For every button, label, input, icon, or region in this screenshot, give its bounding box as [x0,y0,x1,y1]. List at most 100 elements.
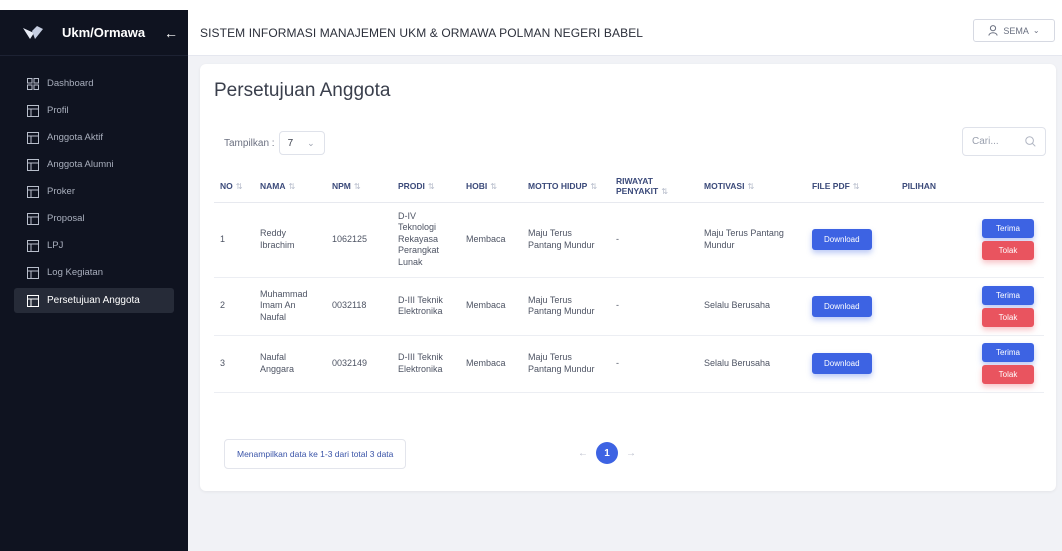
sidebar-menu: Dashboard Profil Anggota Aktif Anggota A… [0,56,188,313]
top-header: SISTEM INFORMASI MANAJEMEN UKM & ORMAWA … [188,10,1062,56]
user-menu-button[interactable]: SEMA ⌄ [973,19,1055,42]
reject-button[interactable]: Tolak [982,307,1034,327]
cell-hobi: Membaca [460,277,522,336]
table-icon [27,158,39,171]
brand-title: Ukm/Ormawa [62,25,146,40]
download-button[interactable]: Download [812,295,872,317]
table-icon [27,266,39,279]
cell-no: 3 [214,335,254,393]
entries-control: Tampilkan : 7 ⌄ [224,131,325,155]
sidebar-item-label: Persetujuan Anggota [47,295,140,306]
cell-pilihan: Terima Tolak [896,202,1044,278]
sidebar-item-label: Anggota Alumni [47,159,114,170]
sidebar-item-anggota-alumni[interactable]: Anggota Alumni [0,151,188,178]
cell-npm: 0032149 [326,335,392,393]
cell-file: Download [806,202,896,278]
table-icon [27,185,39,198]
cell-npm: 0032118 [326,277,392,336]
col-no[interactable]: NO ⇅ [214,170,254,203]
sidebar-item-lpj[interactable]: LPJ [0,232,188,259]
top-strip [0,0,1062,10]
cell-nama: Reddy Ibrachim [254,202,326,278]
col-hobi[interactable]: HOBI ⇅ [460,170,522,203]
entries-select[interactable]: 7 ⌄ [278,131,325,155]
sidebar-item-persetujuan-anggota[interactable]: Persetujuan Anggota [14,288,174,313]
search-placeholder: Cari... [972,136,999,147]
cell-riwayat: - [610,335,698,393]
entries-value: 7 [287,137,294,149]
cell-riwayat: - [610,202,698,278]
show-label: Tampilkan : [224,137,275,149]
sidebar-item-label: Anggota Aktif [47,132,103,143]
col-npm[interactable]: NPM ⇅ [326,170,392,203]
cell-no: 1 [214,202,254,278]
table-icon [27,239,39,252]
table-icon [27,294,39,307]
cell-motto: Maju Terus Pantang Mundur [522,335,610,393]
table-icon [27,131,39,144]
cell-hobi: Membaca [460,202,522,278]
table-header-row: NO ⇅ NAMA ⇅ NPM ⇅ PRODI ⇅ HOBI ⇅ MOTTO HIDUP ⇅… [214,170,1044,203]
accept-button[interactable]: Terima [982,219,1034,238]
cell-motivasi: Selalu Berusaha [698,335,806,393]
sidebar-item-dashboard[interactable]: Dashboard [0,70,188,97]
cell-file: Download [806,335,896,393]
table-icon [27,104,39,117]
sidebar-item-label: Dashboard [47,78,94,89]
col-prodi[interactable]: PRODI ⇅ [392,170,460,203]
cell-file: Download [806,277,896,336]
sidebar-item-log-kegiatan[interactable]: Log Kegiatan [0,259,188,286]
sidebar-item-proposal[interactable]: Proposal [0,205,188,232]
download-button[interactable]: Download [812,353,872,374]
table-icon [27,212,39,225]
cell-pilihan: Terima Tolak [896,335,1044,393]
app-title: SISTEM INFORMASI MANAJEMEN UKM & ORMAWA … [200,25,644,40]
cell-prodi: D-IV Teknologi Rekayasa Perangkat Lunak [392,202,460,278]
cell-prodi: D-III Teknik Elektronika [392,277,460,336]
col-motto[interactable]: MOTTO HIDUP ⇅ [522,170,610,203]
sidebar-item-profil[interactable]: Profil [0,97,188,124]
sidebar-item-anggota-aktif[interactable]: Anggota Aktif [0,124,188,151]
sidebar-item-proker[interactable]: Proker [0,178,188,205]
download-button[interactable]: Download [812,229,872,250]
col-pilihan: PILIHAN [896,170,1044,203]
table-row: 2 Muhammad Imam An Naufal 0032118 D-III … [214,277,1044,336]
reject-button[interactable]: Tolak [982,365,1034,384]
accept-button[interactable]: Terima [982,285,1034,305]
sidebar-item-label: Log Kegiatan [47,267,103,278]
next-page-arrow-icon[interactable]: → [620,442,642,464]
cell-nama: Muhammad Imam An Naufal [254,277,326,336]
cell-prodi: D-III Teknik Elektronika [392,335,460,393]
cell-pilihan: Terima Tolak [896,277,1044,336]
table-row: 3 Naufal Anggara 0032149 D-III Teknik El… [214,335,1044,393]
approval-card: Persetujuan Anggota Tampilkan : 7 ⌄ Cari… [200,64,1056,491]
cell-nama: Naufal Anggara [254,335,326,393]
table-row: 1 Reddy Ibrachim 1062125 D-IV Teknologi … [214,202,1044,278]
chevron-down-icon: ⌄ [307,137,315,148]
col-nama[interactable]: NAMA ⇅ [254,170,326,203]
col-riwayat[interactable]: RIWAYAT PENYAKIT ⇅ [610,170,698,203]
sidebar: Ukm/Ormawa ← Dashboard Profil Anggota Ak… [0,10,188,551]
cell-motivasi: Maju Terus Pantang Mundur [698,202,806,278]
search-icon [1025,136,1036,147]
grid-icon [27,77,39,90]
col-motivasi[interactable]: MOTIVASI ⇅ [698,170,806,203]
cell-hobi: Membaca [460,335,522,393]
pagination: ← 1 → [572,442,642,464]
cell-motto: Maju Terus Pantang Mundur [522,202,610,278]
sidebar-item-label: Profil [47,105,69,116]
sidebar-item-label: Proposal [47,213,85,224]
page-title: Persetujuan Anggota [214,80,391,101]
arrow-left-icon[interactable]: ← [164,25,178,41]
prev-page-arrow-icon[interactable]: ← [572,442,594,464]
main-content: Persetujuan Anggota Tampilkan : 7 ⌄ Cari… [188,56,1062,551]
user-name: SEMA [1003,25,1029,36]
cell-motto: Maju Terus Pantang Mundur [522,277,610,336]
search-input[interactable]: Cari... [962,127,1046,156]
reject-button[interactable]: Tolak [982,241,1034,260]
col-file-pdf[interactable]: FILE PDF ⇅ [806,170,896,203]
sidebar-item-label: LPJ [47,240,64,251]
accept-button[interactable]: Terima [982,343,1034,362]
cell-npm: 1062125 [326,202,392,278]
page-number-button[interactable]: 1 [596,442,618,464]
